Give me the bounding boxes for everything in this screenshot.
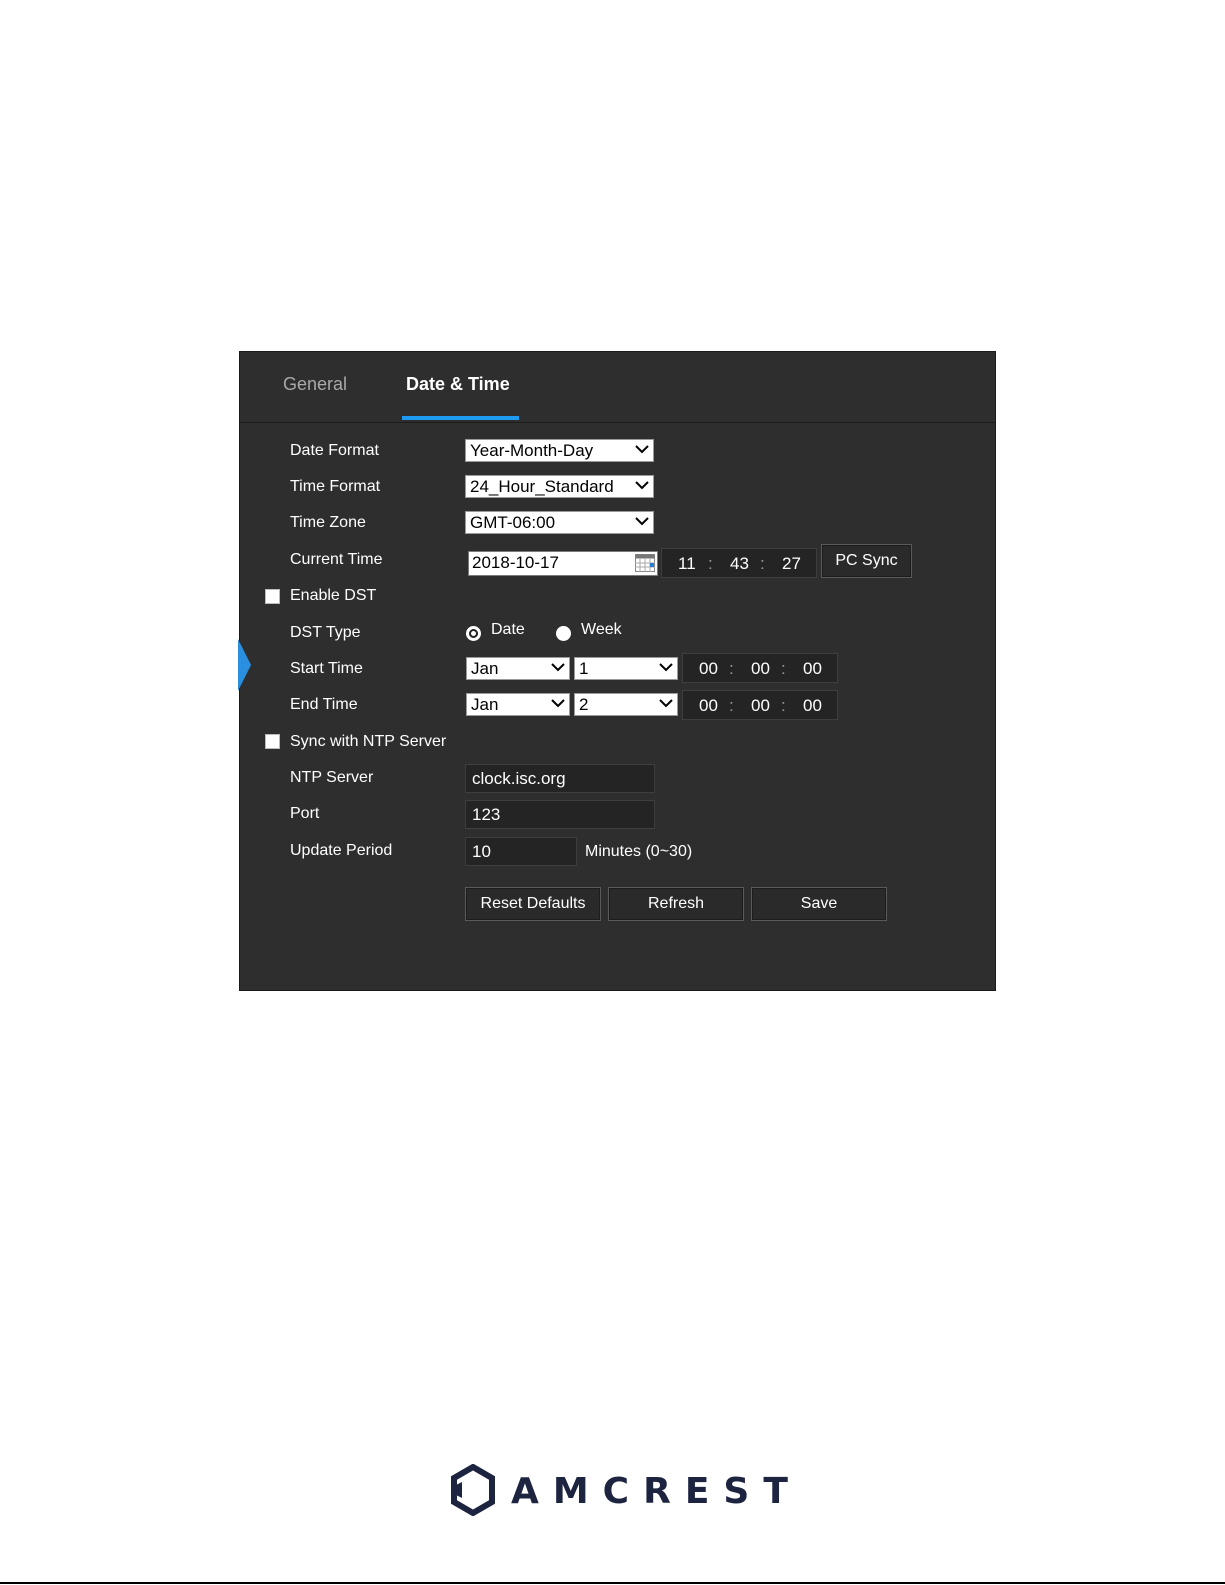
time-separator: : xyxy=(708,554,713,573)
pc-sync-button[interactable]: PC Sync xyxy=(821,544,912,578)
chevron-down-icon xyxy=(659,699,673,708)
time-zone-value: GMT-06:00 xyxy=(470,513,556,532)
end-day-select[interactable]: 2 xyxy=(574,693,678,716)
start-time-input[interactable]: 00 : 00 : 00 xyxy=(682,653,838,683)
port-label: Port xyxy=(290,805,320,822)
second-value: 27 xyxy=(782,554,801,573)
dst-type-week-radio[interactable] xyxy=(556,626,571,641)
current-time-input[interactable]: 11 : 43 : 27 xyxy=(661,548,817,578)
end-month-select[interactable]: Jan xyxy=(466,693,570,716)
tab-general[interactable]: General xyxy=(283,374,347,395)
minute-value: 00 xyxy=(751,659,770,678)
time-format-label: Time Format xyxy=(290,478,381,495)
end-month-value: Jan xyxy=(471,695,499,714)
enable-dst-checkbox[interactable] xyxy=(265,589,280,604)
minute-value: 43 xyxy=(730,554,749,573)
hour-value: 00 xyxy=(699,696,718,715)
start-time-label: Start Time xyxy=(290,660,363,677)
time-zone-label: Time Zone xyxy=(290,514,366,531)
update-period-input[interactable]: 10 xyxy=(465,837,577,866)
start-day-value: 1 xyxy=(579,659,589,678)
chevron-down-icon xyxy=(551,663,565,672)
time-zone-select[interactable]: GMT-06:00 xyxy=(465,511,654,534)
save-button[interactable]: Save xyxy=(751,887,887,921)
chevron-down-icon xyxy=(635,517,649,526)
time-separator: : xyxy=(781,696,786,715)
start-month-value: Jan xyxy=(471,659,499,678)
enable-dst-label: Enable DST xyxy=(290,587,377,604)
time-separator: : xyxy=(729,659,734,678)
refresh-button[interactable]: Refresh xyxy=(608,887,744,921)
collapse-arrow-icon[interactable] xyxy=(238,639,251,691)
dst-type-week-label: Week xyxy=(581,621,622,638)
end-day-value: 2 xyxy=(579,695,589,714)
time-separator: : xyxy=(729,696,734,715)
tab-bar: General Date & Time xyxy=(240,352,995,423)
hour-value: 00 xyxy=(699,659,718,678)
amcrest-hexagon-logo-icon xyxy=(451,1464,495,1516)
date-format-value: Year-Month-Day xyxy=(470,441,594,460)
active-tab-indicator xyxy=(402,416,519,420)
current-date-value: 2018-10-17 xyxy=(472,553,559,572)
tab-date-time[interactable]: Date & Time xyxy=(406,374,510,395)
chevron-down-icon xyxy=(635,445,649,454)
end-time-input[interactable]: 00 : 00 : 00 xyxy=(682,690,838,720)
reset-defaults-button[interactable]: Reset Defaults xyxy=(465,887,601,921)
date-format-select[interactable]: Year-Month-Day xyxy=(465,439,654,462)
amcrest-logo: AMCREST xyxy=(449,1464,788,1520)
chevron-down-icon xyxy=(659,663,673,672)
dst-type-label: DST Type xyxy=(290,624,361,641)
update-period-hint: Minutes (0~30) xyxy=(585,843,693,860)
time-format-value: 24_Hour_Standard xyxy=(470,477,614,496)
time-separator: : xyxy=(781,659,786,678)
dst-type-date-radio[interactable] xyxy=(466,626,481,641)
ntp-server-input[interactable]: clock.isc.org xyxy=(465,764,655,793)
ntp-server-label: NTP Server xyxy=(290,769,374,786)
current-time-label: Current Time xyxy=(290,551,383,568)
chevron-down-icon xyxy=(551,699,565,708)
hour-value: 11 xyxy=(678,554,696,573)
amcrest-wordmark: AMCREST xyxy=(511,1471,802,1512)
sync-ntp-checkbox[interactable] xyxy=(265,734,280,749)
second-value: 00 xyxy=(803,696,822,715)
calendar-icon[interactable] xyxy=(635,554,655,572)
end-time-label: End Time xyxy=(290,696,358,713)
sync-ntp-label: Sync with NTP Server xyxy=(290,733,447,750)
settings-panel: General Date & Time Date Format Year-Mon… xyxy=(238,351,996,991)
time-separator: : xyxy=(760,554,765,573)
dst-type-date-label: Date xyxy=(491,621,525,638)
time-format-select[interactable]: 24_Hour_Standard xyxy=(465,475,654,498)
date-format-label: Date Format xyxy=(290,442,379,459)
start-day-select[interactable]: 1 xyxy=(574,657,678,680)
second-value: 00 xyxy=(803,659,822,678)
update-period-label: Update Period xyxy=(290,842,393,859)
minute-value: 00 xyxy=(751,696,770,715)
page-footer-rule xyxy=(0,1582,1225,1584)
chevron-down-icon xyxy=(635,481,649,490)
start-month-select[interactable]: Jan xyxy=(466,657,570,680)
current-date-input[interactable]: 2018-10-17 xyxy=(468,551,658,576)
port-input[interactable]: 123 xyxy=(465,800,655,829)
